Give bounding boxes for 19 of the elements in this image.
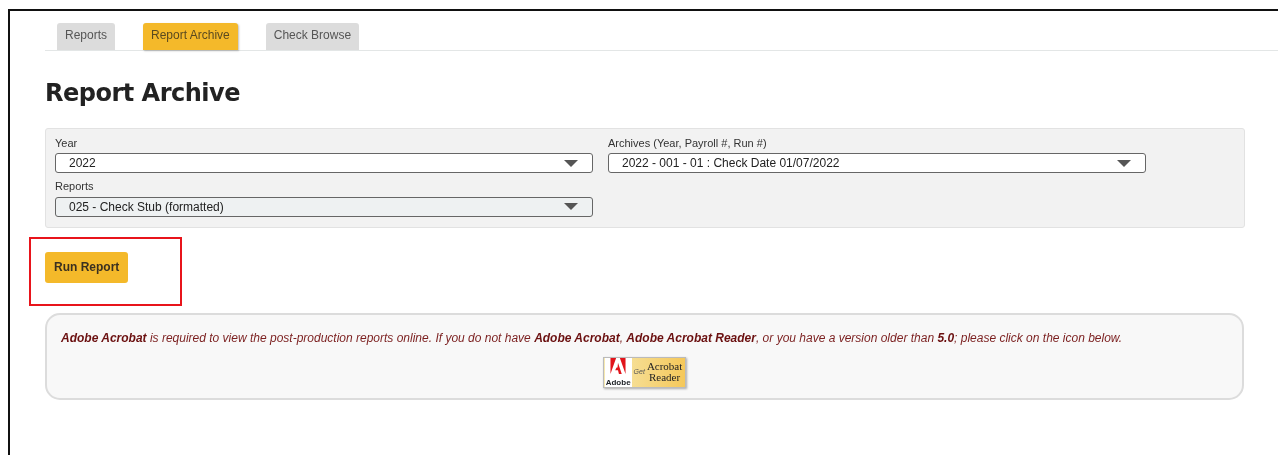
adobe-logo-icon bbox=[610, 357, 627, 374]
tab[interactable]: Reports bbox=[57, 23, 116, 50]
caret-icon bbox=[564, 159, 578, 167]
dropdown[interactable]: 2022 bbox=[55, 153, 593, 174]
tab[interactable]: Check Browse bbox=[265, 23, 360, 50]
brand-text: Adobe bbox=[605, 377, 631, 387]
field-label: Archives (Year, Payroll #, Run #) bbox=[608, 135, 768, 151]
tab[interactable]: Report Archive bbox=[143, 23, 238, 50]
field-label: Reports bbox=[55, 179, 95, 195]
product-text: Acrobat bbox=[646, 361, 683, 373]
caret-icon bbox=[564, 203, 578, 211]
run-report-button[interactable]: Run Report bbox=[45, 251, 129, 283]
notice-text: Adobe Acrobat is required to view the post-production reports online. If you do not have Adobe Acrobat, Adobe Acrobat Reader, or you have a version older than 5.0; please click on the icon below. bbox=[61, 329, 1123, 347]
field-label: Year bbox=[55, 135, 79, 151]
product-text: Reader bbox=[648, 372, 682, 384]
dropdown[interactable]: 025 - Check Stub (formatted) bbox=[55, 196, 593, 217]
page-title: Report Archive bbox=[45, 79, 241, 108]
dropdown[interactable]: 2022 - 001 - 01 : Check Date 01/07/2022 bbox=[608, 153, 1146, 174]
caret-icon bbox=[1117, 159, 1131, 167]
